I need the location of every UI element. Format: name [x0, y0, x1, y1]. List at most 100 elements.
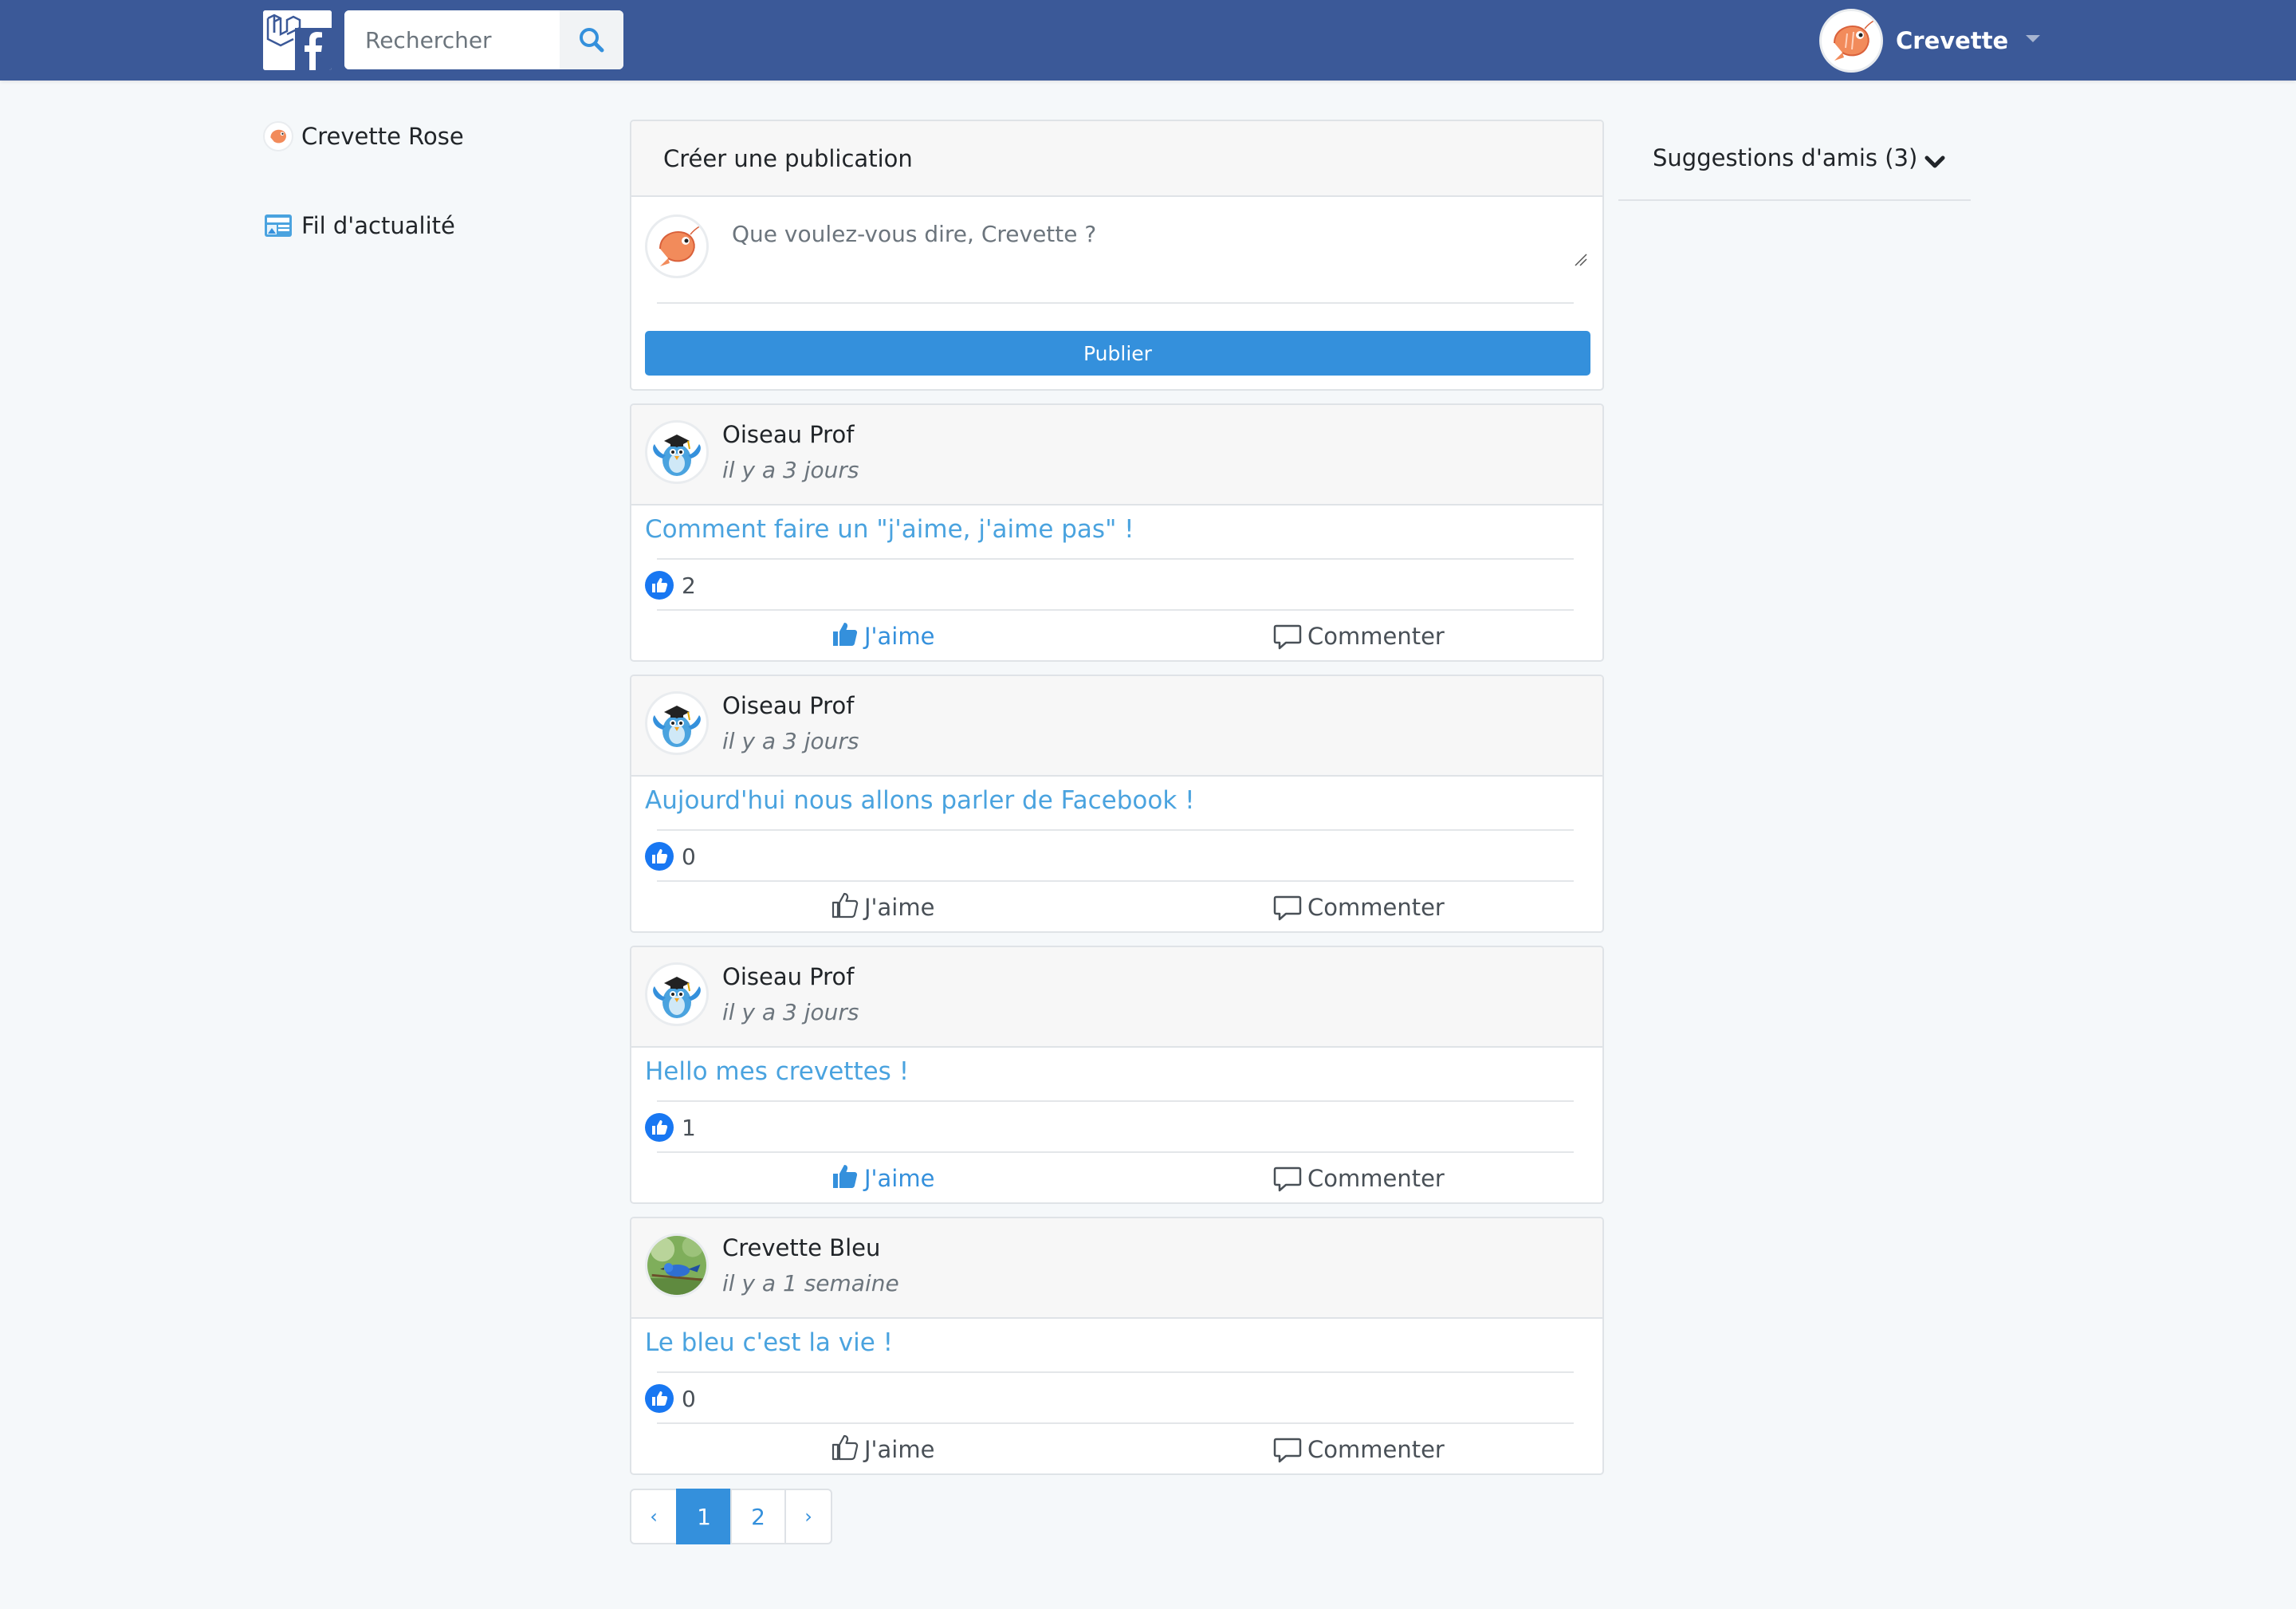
laravel-facebook-logo-icon — [263, 10, 332, 70]
post-card: Oiseau Prof il y a 3 jours Aujourd'hui n… — [630, 675, 1604, 933]
post-card: Crevette Bleu il y a 1 semaine Le bleu c… — [630, 1217, 1604, 1475]
like-button[interactable]: J'aime — [831, 1161, 934, 1196]
divider — [657, 302, 1574, 304]
post-card: Oiseau Prof il y a 3 jours Hello mes cre… — [630, 946, 1604, 1204]
thumbs-up-icon — [831, 1433, 864, 1467]
caret-down-icon — [2026, 34, 2041, 42]
like-badge-icon — [645, 1384, 674, 1413]
search-icon — [580, 28, 604, 53]
top-navbar: Crevette — [0, 0, 2296, 81]
comment-icon — [1273, 1438, 1302, 1463]
shrimp-avatar-icon — [1834, 17, 1878, 61]
avatar[interactable] — [645, 962, 709, 1026]
post-author[interactable]: Crevette Bleu — [722, 1234, 880, 1261]
comment-button-label: Commenter — [1307, 1436, 1445, 1463]
post-author[interactable]: Oiseau Prof — [722, 421, 854, 448]
like-count-value: 0 — [682, 843, 696, 870]
comment-button-label: Commenter — [1307, 894, 1445, 921]
like-button-label: J'aime — [864, 623, 935, 650]
pagination-page-1[interactable]: 1 — [676, 1489, 732, 1544]
thumbs-up-icon — [831, 891, 864, 925]
sidebar-item-label: Fil d'actualité — [301, 212, 455, 239]
post-header: Oiseau Prof il y a 3 jours — [631, 947, 1602, 1048]
user-menu-dropdown[interactable]: Crevette — [1819, 9, 2041, 73]
post-author[interactable]: Oiseau Prof — [722, 963, 854, 990]
pagination-page-2[interactable]: 2 — [730, 1489, 786, 1544]
like-button-label: J'aime — [864, 1436, 935, 1463]
post-timestamp: il y a 3 jours — [722, 728, 859, 754]
post-author[interactable]: Oiseau Prof — [722, 692, 854, 719]
comment-icon — [1273, 895, 1302, 921]
comment-button-label: Commenter — [1307, 623, 1445, 650]
search-input[interactable] — [344, 10, 560, 69]
like-count-value: 2 — [682, 572, 696, 599]
sidebar-icon — [263, 121, 293, 151]
like-button-label: J'aime — [864, 894, 935, 921]
resize-handle-icon[interactable] — [1572, 251, 1588, 267]
avatar — [645, 214, 709, 278]
comment-button[interactable]: Commenter — [1272, 619, 1445, 654]
post-content-link[interactable]: Le bleu c'est la vie ! — [645, 1328, 893, 1357]
like-count: 0 — [645, 1384, 696, 1413]
avatar[interactable] — [645, 420, 709, 484]
like-badge-icon — [645, 842, 674, 871]
bird-professor-avatar-icon — [653, 435, 701, 476]
comment-button[interactable]: Commenter — [1272, 1432, 1445, 1467]
user-name: Crevette — [1896, 27, 2009, 54]
search-bar — [344, 10, 623, 69]
like-badge-icon — [645, 571, 674, 600]
sidebar-item-profile[interactable]: Crevette Rose — [263, 121, 464, 151]
app-logo[interactable] — [263, 10, 332, 70]
like-count: 2 — [645, 571, 696, 600]
post-content-link[interactable]: Aujourd'hui nous allons parler de Facebo… — [645, 786, 1195, 815]
divider — [657, 1422, 1574, 1424]
post-header: Oiseau Prof il y a 3 jours — [631, 405, 1602, 506]
comment-button-label: Commenter — [1307, 1165, 1445, 1192]
publish-button[interactable]: Publier — [645, 331, 1590, 376]
post-body: Comment faire un "j'aime, j'aime pas" ! … — [631, 506, 1602, 660]
post-header: Crevette Bleu il y a 1 semaine — [631, 1218, 1602, 1319]
avatar — [1819, 9, 1883, 73]
post-content-link[interactable]: Hello mes crevettes ! — [645, 1057, 909, 1086]
chevron-down-icon — [1924, 155, 1945, 168]
create-post-header: Créer une publication — [631, 121, 1602, 197]
pagination-prev-button[interactable]: ‹ — [630, 1489, 678, 1544]
post-card: Oiseau Prof il y a 3 jours Comment faire… — [630, 403, 1604, 662]
newsfeed-icon — [263, 210, 293, 241]
thumbs-up-icon — [831, 1162, 864, 1196]
pagination-next-button[interactable]: › — [784, 1489, 832, 1544]
divider — [657, 1151, 1574, 1153]
like-button[interactable]: J'aime — [831, 1432, 934, 1467]
thumbs-up-icon — [831, 620, 864, 654]
divider — [657, 609, 1574, 611]
post-timestamp: il y a 1 semaine — [722, 1270, 899, 1296]
divider — [657, 880, 1574, 882]
avatar — [263, 121, 293, 151]
blue-bird-photo-avatar-icon — [647, 1236, 706, 1295]
bird-professor-avatar-icon — [653, 706, 701, 747]
post-textarea[interactable] — [719, 213, 1596, 293]
create-post-title: Créer une publication — [663, 144, 913, 172]
post-body: Le bleu c'est la vie ! 0 J'aime Commente… — [631, 1319, 1602, 1473]
comment-icon — [1273, 624, 1302, 650]
friend-suggestions-toggle[interactable]: Suggestions d'amis (3) — [1618, 123, 1971, 201]
friend-suggestions-label: Suggestions d'amis (3) — [1653, 144, 1918, 171]
like-button[interactable]: J'aime — [831, 619, 934, 654]
avatar[interactable] — [645, 691, 709, 755]
like-count: 1 — [645, 1113, 696, 1142]
comment-icon — [1273, 1166, 1302, 1192]
post-timestamp: il y a 3 jours — [722, 999, 859, 1025]
search-button[interactable] — [560, 10, 623, 69]
post-timestamp: il y a 3 jours — [722, 457, 859, 483]
post-content-link[interactable]: Comment faire un "j'aime, j'aime pas" ! — [645, 515, 1134, 544]
like-button[interactable]: J'aime — [831, 890, 934, 925]
divider — [657, 1371, 1574, 1373]
shrimp-avatar-icon — [270, 129, 286, 144]
sidebar-item-newsfeed[interactable]: Fil d'actualité — [263, 210, 455, 241]
divider — [657, 558, 1574, 560]
create-post-card: Créer une publication Publier — [630, 120, 1604, 391]
avatar[interactable] — [645, 1233, 709, 1297]
comment-button[interactable]: Commenter — [1272, 890, 1445, 925]
post-body: Aujourd'hui nous allons parler de Facebo… — [631, 777, 1602, 931]
comment-button[interactable]: Commenter — [1272, 1161, 1445, 1196]
